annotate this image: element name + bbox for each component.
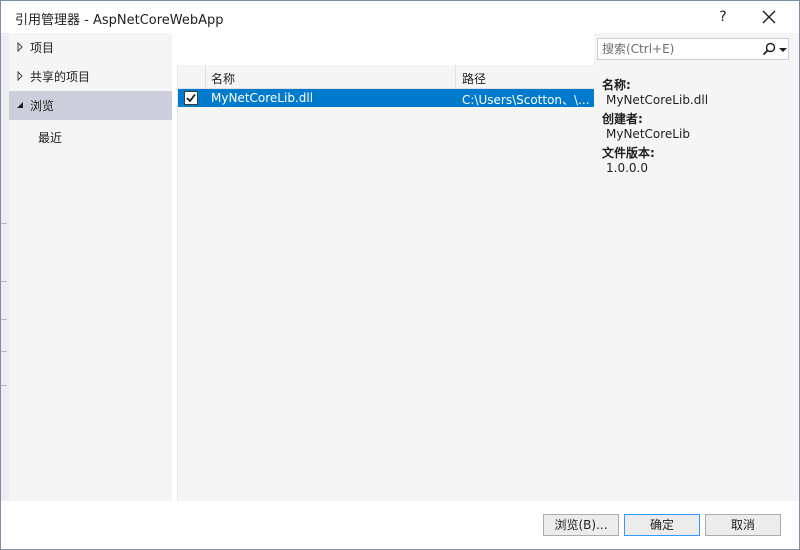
edge-divider [1,281,7,282]
expand-arrow-icon [17,41,23,53]
detail-name-value: MyNetCoreLib.dll [606,93,709,107]
cancel-button[interactable]: 取消 [705,514,781,536]
chevron-down-icon[interactable] [779,47,787,53]
sidebar-item-browse[interactable]: 浏览 [9,91,172,120]
category-sidebar: 项目 共享的项目 浏览 最近 [9,33,172,501]
column-header-label: 名称 [211,72,236,86]
sidebar-item-projects[interactable]: 项目 [9,33,172,62]
collapse-arrow-icon [17,102,23,108]
expand-arrow-icon [17,70,23,82]
column-header-path[interactable]: 路径 [457,65,595,89]
sidebar-item-label: 项目 [30,41,55,55]
edge-divider [1,223,7,224]
detail-version-value: 1.0.0.0 [606,161,648,175]
edge-divider [1,319,7,320]
browse-button[interactable]: 浏览(B)... [543,514,619,536]
background-window-edge [1,33,9,501]
detail-name-label: 名称: [602,78,631,92]
row-file-name: MyNetCoreLib.dll [211,91,314,105]
detail-creator-value: MyNetCoreLib [606,127,690,141]
sidebar-item-label: 最近 [38,131,63,145]
sidebar-item-shared-projects[interactable]: 共享的项目 [9,62,172,91]
help-button[interactable]: ? [709,5,737,29]
search-icon[interactable] [762,42,776,56]
search-box [597,38,789,60]
window-title: 引用管理器 - AspNetCoreWebApp [15,13,224,28]
close-icon [762,10,776,24]
search-input[interactable] [598,39,756,59]
column-header-check[interactable] [178,65,206,89]
detail-version-label: 文件版本: [602,146,655,160]
close-button[interactable] [755,5,783,29]
title-bar: 引用管理器 - AspNetCoreWebApp ? [1,1,799,33]
edge-divider [1,385,7,386]
table-row[interactable]: MyNetCoreLib.dll C:\Users\Scotton、\... [178,89,595,107]
edge-divider [1,351,7,352]
detail-creator-label: 创建者: [602,112,643,126]
column-header-name[interactable]: 名称 [206,65,456,89]
dialog-footer: 浏览(B)... 确定 取消 [1,501,799,549]
row-checkbox[interactable] [184,91,198,105]
reference-list: 名称 路径 MyNetCoreLib.dll C:\Users\Scotton、… [177,65,595,501]
sidebar-item-label: 浏览 [30,99,55,113]
list-header: 名称 路径 [178,65,595,89]
checkmark-icon [186,93,196,103]
column-header-label: 路径 [462,72,487,86]
sidebar-item-recent[interactable]: 最近 [9,123,172,152]
reference-manager-dialog: 引用管理器 - AspNetCoreWebApp ? 项目 共享的项目 浏览 最… [0,0,800,550]
row-file-path: C:\Users\Scotton、\... [462,93,590,107]
sidebar-item-label: 共享的项目 [30,70,91,84]
details-pane: 名称: MyNetCoreLib.dll 创建者: MyNetCoreLib 文… [594,33,799,501]
ok-button[interactable]: 确定 [624,514,700,536]
